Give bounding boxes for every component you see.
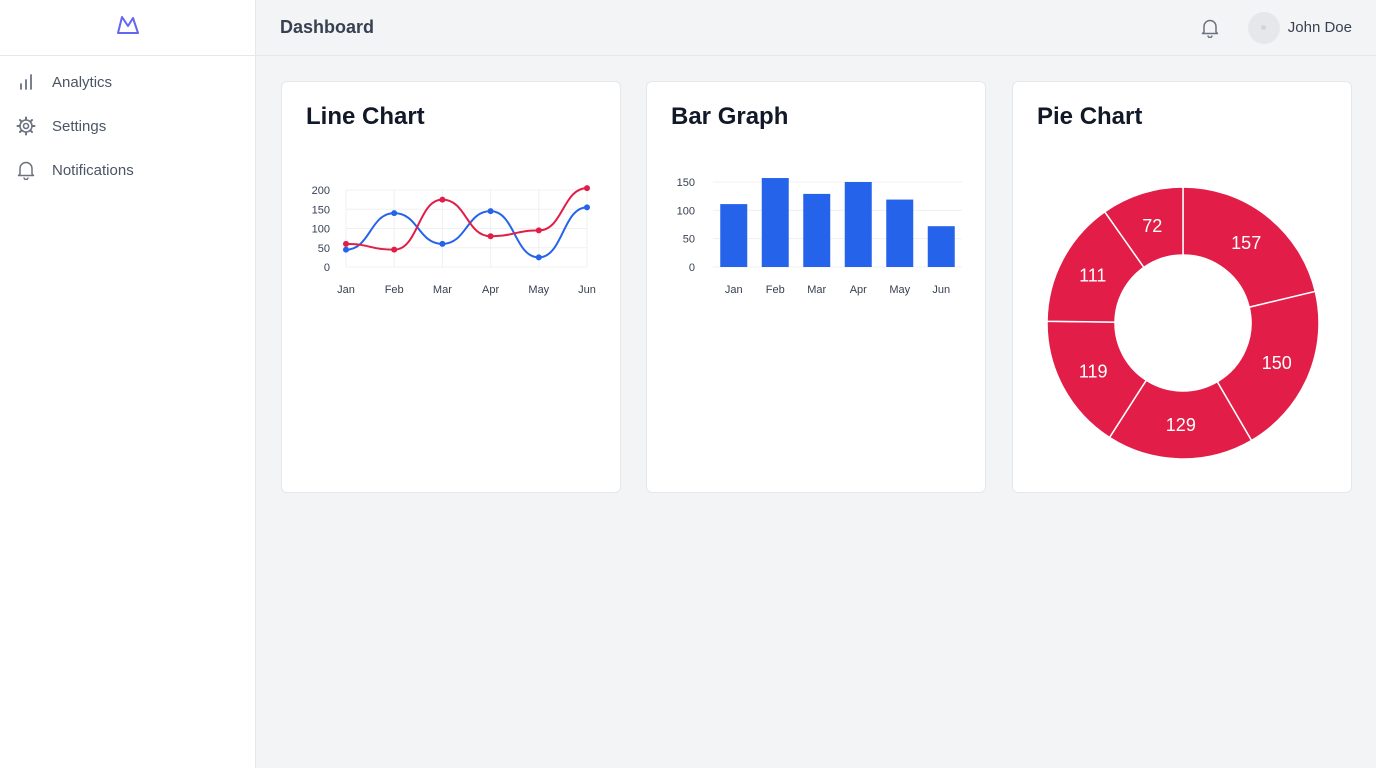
x-tick-label: Mar bbox=[433, 284, 452, 296]
bar bbox=[886, 199, 914, 267]
y-tick-label: 100 bbox=[677, 205, 695, 217]
slice-label: 72 bbox=[1142, 216, 1162, 236]
data-point bbox=[439, 196, 446, 203]
slice-label: 150 bbox=[1262, 353, 1292, 373]
header-actions: John Doe bbox=[1198, 11, 1352, 44]
sidebar-item-notifications[interactable]: Notifications bbox=[0, 148, 255, 192]
y-tick-label: 50 bbox=[318, 243, 330, 255]
pie-chart-card: 157 150 129 119 111 72 Pie Chart bbox=[1012, 81, 1352, 493]
bar-chart: 0 50 100 150 Jan Feb Mar Apr May Jun bbox=[677, 177, 962, 296]
slice-label: 119 bbox=[1079, 361, 1108, 381]
top-header: Dashboard John Doe bbox=[256, 0, 1376, 56]
page-title: Dashboard bbox=[280, 17, 375, 37]
data-point bbox=[584, 185, 590, 192]
card-title: Line Chart bbox=[306, 103, 425, 130]
user-menu[interactable]: John Doe bbox=[1247, 11, 1352, 44]
card-title: Pie Chart bbox=[1037, 103, 1143, 130]
data-point bbox=[391, 210, 398, 217]
x-tick-label: Apr bbox=[482, 284, 499, 296]
y-tick-label: 150 bbox=[312, 204, 330, 216]
data-point bbox=[487, 208, 494, 215]
x-tick-label: Jan bbox=[337, 284, 355, 296]
y-tick-label: 100 bbox=[312, 224, 330, 236]
bar bbox=[720, 204, 748, 267]
bell-icon[interactable] bbox=[1198, 16, 1222, 40]
line-chart-card: 0 50 100 150 200 Jan Feb Mar Apr May Jun Line Char… bbox=[281, 81, 621, 493]
x-tick-label: Apr bbox=[850, 284, 867, 296]
data-point bbox=[391, 246, 398, 253]
data-point bbox=[439, 240, 446, 247]
bar bbox=[761, 178, 789, 267]
line-chart: 0 50 100 150 200 Jan Feb Mar Apr May Jun bbox=[312, 185, 596, 296]
x-tick-label: Mar bbox=[807, 284, 826, 296]
sidebar-item-analytics[interactable]: Analytics bbox=[0, 60, 255, 104]
x-tick-label: Feb bbox=[766, 284, 785, 296]
sidebar-item-settings[interactable]: Settings bbox=[0, 104, 255, 148]
x-tick-label: May bbox=[889, 284, 910, 296]
slice-label: 157 bbox=[1231, 233, 1261, 253]
y-tick-label: 200 bbox=[312, 185, 330, 197]
avatar-placeholder bbox=[1261, 25, 1267, 30]
data-point bbox=[343, 240, 349, 247]
sidebar-item-label: Settings bbox=[52, 117, 107, 135]
slice-label: 111 bbox=[1079, 265, 1106, 285]
pie-chart: 157 150 129 119 111 72 bbox=[1046, 186, 1320, 460]
bar-chart-icon bbox=[16, 72, 36, 92]
sidebar-item-label: Analytics bbox=[52, 73, 113, 91]
bar bbox=[844, 182, 872, 267]
x-tick-label: Jan bbox=[725, 284, 743, 296]
data-point bbox=[343, 246, 349, 253]
sidebar-nav: Analytics Settings Notifications bbox=[0, 56, 255, 192]
user-name: John Doe bbox=[1287, 19, 1352, 36]
mountain-logo-icon[interactable] bbox=[116, 14, 140, 41]
x-tick-label: Jun bbox=[578, 284, 596, 296]
x-tick-label: Jun bbox=[932, 284, 950, 296]
sidebar: Analytics Settings Notifications bbox=[0, 0, 256, 768]
data-point bbox=[535, 227, 542, 234]
bar bbox=[927, 226, 955, 267]
y-tick-label: 0 bbox=[689, 262, 695, 274]
bar bbox=[803, 193, 831, 267]
bell-icon bbox=[16, 160, 36, 180]
x-tick-label: Feb bbox=[385, 284, 404, 296]
logo-bar bbox=[0, 0, 255, 56]
y-tick-label: 150 bbox=[677, 177, 695, 189]
card-title: Bar Graph bbox=[671, 103, 789, 130]
series-line bbox=[345, 187, 588, 251]
data-point bbox=[487, 233, 494, 240]
bar-chart-card: 0 50 100 150 Jan Feb Mar Apr May Jun Bar Graph bbox=[646, 81, 986, 493]
sidebar-item-label: Notifications bbox=[52, 161, 134, 179]
x-tick-label: May bbox=[528, 284, 549, 296]
gear-icon bbox=[16, 116, 36, 136]
y-tick-label: 0 bbox=[324, 262, 330, 274]
data-point bbox=[535, 254, 542, 261]
y-tick-label: 50 bbox=[683, 234, 695, 246]
data-point bbox=[584, 204, 590, 211]
slice-label: 129 bbox=[1166, 415, 1196, 435]
avatar[interactable] bbox=[1247, 11, 1280, 44]
